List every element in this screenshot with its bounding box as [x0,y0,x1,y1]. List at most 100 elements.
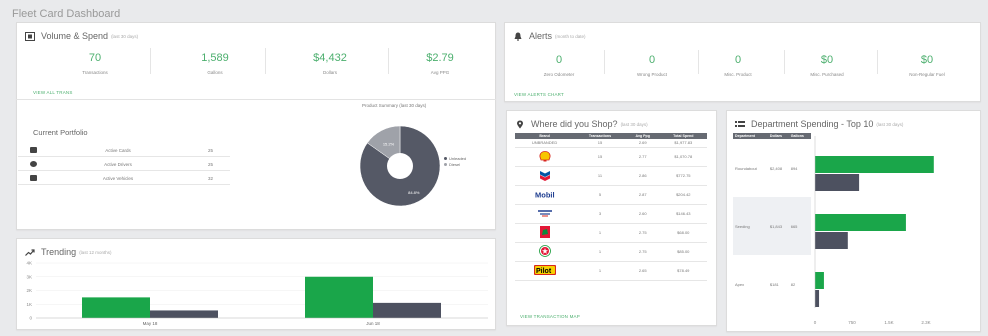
view-all-trans-link[interactable]: VIEW ALL TRANS [33,90,73,95]
dollar-box-icon [25,31,35,41]
stat-transactions: 70 Transactions [50,52,140,75]
brand-cell: UNBRANDED [515,139,575,148]
stat-value: $4,432 [313,52,347,64]
alert-zero-odometer: 0 Zero Odometer [514,54,604,77]
spend-cell: $1,070.78 [659,147,707,167]
y-tick-label: 1K [26,302,32,307]
credit-card-icon [30,147,37,153]
portfolio-title: Current Portfolio [33,128,88,137]
stat-label: Gallons [207,70,223,75]
product-summary-pie-chart: 84.8% 15.2% [359,125,441,207]
spend-cell: $1,977.83 [659,139,707,148]
table-row[interactable]: 3 2.60 $146.43 [515,204,707,224]
trending-subtitle: (last 12 months) [79,249,112,255]
view-transaction-map-link[interactable]: VIEW TRANSACTION MAP [520,314,580,319]
y-tick-label: 4K [26,261,32,266]
spend-cell: $85.00 [659,242,707,262]
pie-slice-label: 15.2% [383,141,395,146]
trending-up-icon [25,248,35,256]
spend-cell: $68.00 [659,223,707,243]
department-name: Seeding [733,197,768,255]
bar-gallons-apex [815,290,820,307]
department-name: Apex [735,281,745,287]
legend-swatch [444,157,447,160]
mobil-logo-icon: Mobil [535,190,555,199]
divider [388,48,389,74]
bar-dollars-roundabout [815,156,934,173]
brand-cell: Pilot [515,261,575,281]
alert-non-regular-fuel: $0 Non-Regular Fuel [882,54,972,77]
map-pin-icon [517,120,523,128]
trending-bar-chart: 0 1K 2K 3K 4K May 18 Jun 18 [26,261,488,326]
department-gallons: 82 [790,281,796,287]
alert-misc-product: 0 Misc. Product [693,54,783,77]
brand-cell [515,166,575,186]
department-table: Department Dollars Gallons Roundabout $2… [733,133,811,313]
bell-icon [514,32,522,41]
pie-legend: Unleaded Diesel [444,156,466,168]
brand-cell [515,147,575,167]
stat-label: Avg PPG [430,70,450,75]
legend-label: Unleaded [449,156,467,161]
stat-dollars: $4,432 Dollars [285,52,375,75]
alerts-subtitle: (month to date) [555,33,586,39]
bar-gallons-jun-18 [373,302,441,318]
stat-value: $2.79 [426,52,454,64]
x-tick-label: Jun 18 [366,321,380,326]
table-row[interactable]: 11 2.86 $772.75 [515,166,707,186]
table-row[interactable]: Seeding $1,843 665 [733,197,811,255]
stat-label: Non-Regular Fuel [909,72,945,77]
transactions-cell: 15 [574,139,626,148]
portfolio-label: Active Vehicles [102,176,134,181]
table-row[interactable]: Mobil 5 2.87 $204.42 [515,185,707,205]
ppg-cell: 2.77 [625,147,660,167]
stat-label: Misc. Purchased [810,72,844,77]
stat-value: $0 [820,54,834,66]
table-row[interactable]: 15 2.77 $1,070.78 [515,147,707,167]
department-name: Roundabout [735,165,757,171]
view-alerts-chart-link[interactable]: VIEW ALERTS CHART [514,92,564,97]
department-gallons: 665 [788,197,811,255]
murphy-logo-icon [537,210,552,217]
bar-gallons-roundabout [815,174,860,191]
table-row[interactable]: Roundabout $2,408 894 [733,139,811,197]
table-row[interactable]: UNBRANDED 15 2.69 $1,977.83 [515,139,707,148]
pie-hole [387,153,413,179]
bar-dollars-seeding [815,214,906,231]
brand-name: UNBRANDED [531,140,558,146]
svg-text:Pilot: Pilot [536,268,552,275]
pie-slice-label: 84.8% [408,190,420,195]
department-dollars: $181 [769,281,779,287]
alert-wrong-product: 0 Wrong Product [607,54,697,77]
brand-cell: Mobil [515,185,575,205]
brand-cell [515,242,575,262]
transactions-cell: 11 [574,166,626,186]
x-tick-label: 0 [814,320,817,325]
transactions-cell: 1 [574,242,626,262]
divider [150,48,151,74]
divider [877,50,878,74]
table-row[interactable]: 1 2.75 $85.00 [515,242,707,262]
ppg-cell: 2.69 [625,139,660,148]
divider [16,99,496,100]
department-dollars: $2,408 [769,165,783,171]
shop-table: Brand Transactions Avg Ppg Total Spend U… [515,133,707,281]
spend-cell: $78.49 [659,261,707,281]
transactions-cell: 15 [574,147,626,167]
divider [604,50,605,74]
stat-label: Misc. Product [724,72,752,77]
stat-value: $0 [920,54,934,66]
table-row[interactable]: Apex $181 82 [733,255,811,313]
spend-cell: $146.43 [659,204,707,224]
portfolio-label: Active Cards [105,148,131,153]
table-row[interactable]: Pilot 1 2.65 $78.49 [515,261,707,281]
spend-cell: $204.42 [659,185,707,205]
legend-item-diesel: Diesel [444,162,466,168]
bar-gallons-seeding [815,232,848,249]
legend-swatch [444,163,447,166]
table-row[interactable]: 1 2.75 $68.00 [515,223,707,243]
dept-title: Department Spending - Top 10 [751,119,874,129]
volume-subtitle: (last 30 days) [111,33,139,39]
stat-label: Transactions [82,70,108,75]
page-title: Fleet Card Dashboard [12,8,121,20]
